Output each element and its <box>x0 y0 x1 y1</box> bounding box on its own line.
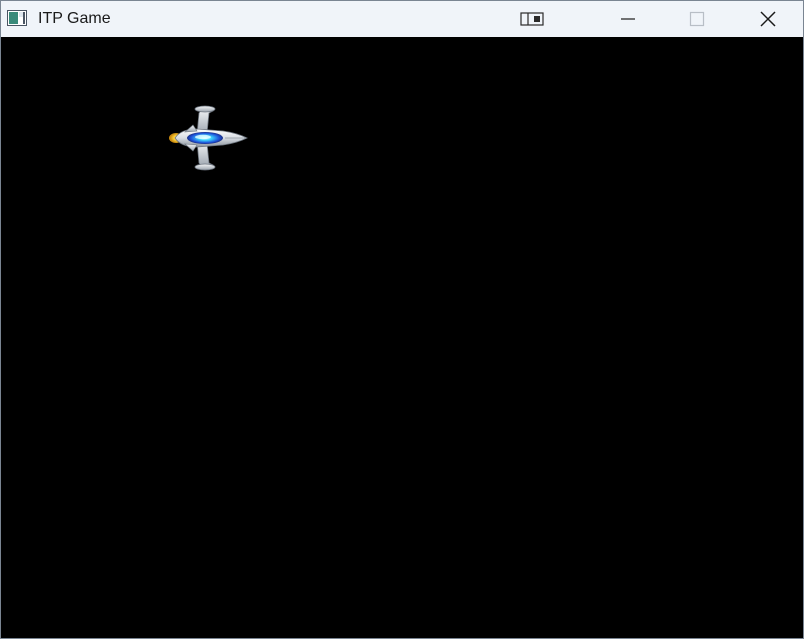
title-bar[interactable]: ITP Game <box>1 1 803 37</box>
minimize-icon <box>621 18 635 20</box>
spaceship-icon <box>169 105 248 171</box>
window-title: ITP Game <box>38 10 111 27</box>
maximize-button[interactable] <box>674 1 720 37</box>
close-button[interactable] <box>745 1 791 37</box>
app-window-icon <box>7 10 27 26</box>
maximize-icon <box>689 11 705 27</box>
snap-layout-button[interactable] <box>509 1 555 37</box>
minimize-button[interactable] <box>605 1 651 37</box>
game-canvas[interactable] <box>1 37 803 638</box>
snap-layout-icon <box>520 12 544 26</box>
game-window: ITP Game <box>0 0 804 639</box>
close-icon <box>760 11 776 27</box>
